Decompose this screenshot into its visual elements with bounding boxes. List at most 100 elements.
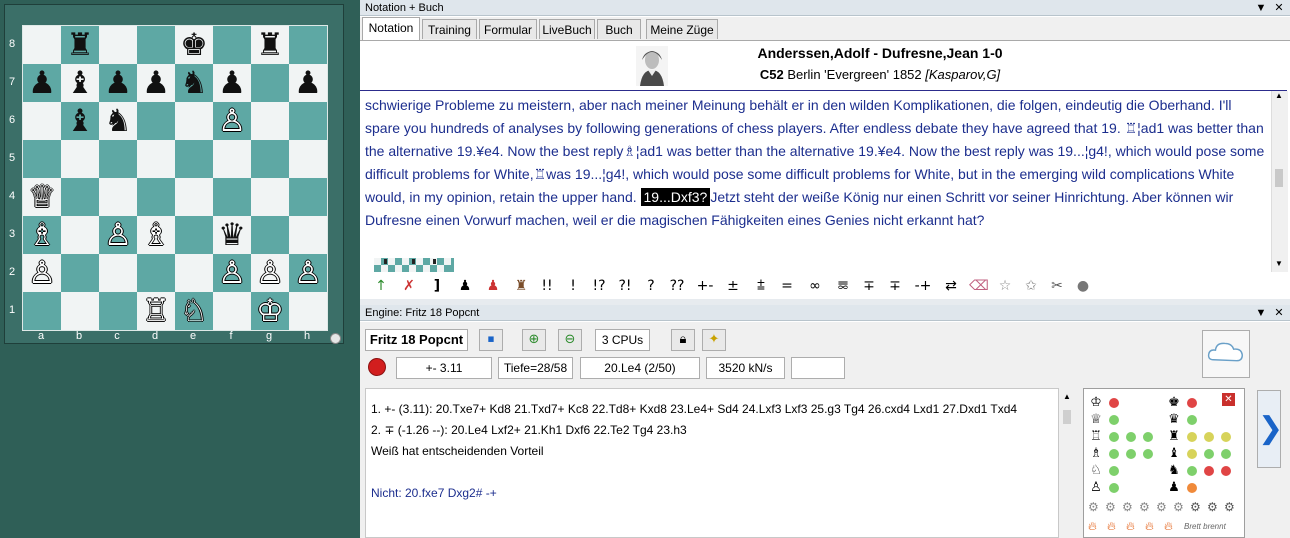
black-rook-icon[interactable]: ♜ xyxy=(256,26,284,64)
annot-counterplay[interactable]: ⇄ xyxy=(938,274,964,298)
square-a7[interactable]: ♟ xyxy=(23,64,61,102)
black-king-icon[interactable]: ♚ xyxy=(180,26,208,64)
square-g3[interactable] xyxy=(251,216,289,254)
tab-buch[interactable]: Buch xyxy=(597,19,641,39)
annot-exclam[interactable]: ! xyxy=(560,274,586,298)
white-king-icon[interactable]: ♔ xyxy=(256,292,284,330)
square-f8[interactable] xyxy=(213,26,251,64)
square-a6[interactable] xyxy=(23,102,61,140)
square-e6[interactable] xyxy=(175,102,213,140)
close-icon[interactable]: ✕ xyxy=(1272,0,1286,16)
square-h3[interactable] xyxy=(289,216,327,254)
square-a5[interactable] xyxy=(23,140,61,178)
square-d2[interactable] xyxy=(137,254,175,292)
square-e8[interactable]: ♚ xyxy=(175,26,213,64)
delete-move-icon[interactable]: ✗ xyxy=(396,274,422,298)
scroll-thumb[interactable] xyxy=(1275,169,1283,187)
annot-black-slightly[interactable]: ∓ xyxy=(856,274,882,298)
star-icon[interactable]: ☆ xyxy=(992,274,1018,298)
stop-engine-icon[interactable]: ⏹ xyxy=(479,329,503,351)
square-c1[interactable] xyxy=(99,292,137,330)
cloud-button[interactable] xyxy=(1202,330,1250,378)
square-d1[interactable]: ♖ xyxy=(137,292,175,330)
engine-scroll-up-icon[interactable]: ▲ xyxy=(1063,392,1071,401)
lightbulb-icon[interactable]: ✦ xyxy=(702,329,726,351)
tab-training[interactable]: Training xyxy=(422,19,477,39)
square-a2[interactable]: ♙ xyxy=(23,254,61,292)
black-pawn-icon[interactable]: ♟ xyxy=(104,64,132,102)
eraser-icon[interactable]: ⌫ xyxy=(966,274,992,298)
chess-board[interactable]: ♜ ♚ ♜ ♟ ♝ ♟ ♟ ♞ ♟ ♟ ♝ ♞ ♙ ♕ ♗ ♙ ♗ ♛ ♙ ♙ ♙ ♙ ♖ ♘ ♔ xyxy=(22,25,328,331)
square-c5[interactable] xyxy=(99,140,137,178)
microphone-icon[interactable]: ● xyxy=(1070,274,1096,298)
square-b5[interactable] xyxy=(61,140,99,178)
square-h8[interactable] xyxy=(289,26,327,64)
square-d8[interactable] xyxy=(137,26,175,64)
black-pawn-icon[interactable]: ♟ xyxy=(452,274,478,298)
annot-equal[interactable]: = xyxy=(774,274,800,298)
square-b4[interactable] xyxy=(61,178,99,216)
dropdown-icon[interactable]: ▼ xyxy=(1254,0,1268,16)
white-pawn-icon[interactable]: ♙ xyxy=(104,216,132,254)
annot-white-better[interactable]: ± xyxy=(720,274,746,298)
square-g5[interactable] xyxy=(251,140,289,178)
zoom-in-icon[interactable]: ⊕ xyxy=(522,329,546,351)
square-e2[interactable] xyxy=(175,254,213,292)
square-f2[interactable]: ♙ xyxy=(213,254,251,292)
square-h5[interactable] xyxy=(289,140,327,178)
engine-close-icon[interactable]: ✕ xyxy=(1272,305,1286,321)
square-c3[interactable]: ♙ xyxy=(99,216,137,254)
square-f3[interactable]: ♛ xyxy=(213,216,251,254)
square-d5[interactable] xyxy=(137,140,175,178)
square-g7[interactable] xyxy=(251,64,289,102)
annot-white-winning[interactable]: +- xyxy=(692,274,718,298)
next-arrow-button[interactable]: ❯ xyxy=(1257,390,1283,468)
square-a1[interactable] xyxy=(23,292,61,330)
square-e3[interactable] xyxy=(175,216,213,254)
square-d4[interactable] xyxy=(137,178,175,216)
square-h6[interactable] xyxy=(289,102,327,140)
black-rook-icon[interactable]: ♜ xyxy=(66,26,94,64)
tab-livebuch[interactable]: LiveBuch xyxy=(539,19,595,39)
black-bishop-icon[interactable]: ♝ xyxy=(66,64,94,102)
annot-double-exclam[interactable]: !! xyxy=(534,274,560,298)
tab-meine-zuege[interactable]: Meine Züge xyxy=(646,19,718,39)
record-icon[interactable] xyxy=(368,358,386,376)
black-pawn-icon[interactable]: ♟ xyxy=(28,64,56,102)
square-g2[interactable]: ♙ xyxy=(251,254,289,292)
square-e1[interactable]: ♘ xyxy=(175,292,213,330)
annot-question-exclam[interactable]: ?! xyxy=(612,274,638,298)
zoom-out-icon[interactable]: ⊖ xyxy=(558,329,582,351)
notation-text[interactable]: schwierige Probleme zu meistern, aber na… xyxy=(360,91,1271,255)
black-queen-icon[interactable]: ♛ xyxy=(218,216,246,254)
square-b6[interactable]: ♝ xyxy=(61,102,99,140)
square-h1[interactable] xyxy=(289,292,327,330)
engine-output[interactable]: 1. +- (3.11): 20.Txe7+ Kd8 21.Txd7+ Kc8 … xyxy=(365,388,1059,538)
square-h7[interactable]: ♟ xyxy=(289,64,327,102)
annot-black-winning[interactable]: -+ xyxy=(910,274,936,298)
square-e5[interactable] xyxy=(175,140,213,178)
annot-exclam-question[interactable]: !? xyxy=(586,274,612,298)
notation-scrollbar[interactable]: ▲ ▼ xyxy=(1271,91,1288,272)
white-rook-icon[interactable]: ♖ xyxy=(142,292,170,330)
scroll-up-icon[interactable]: ▲ xyxy=(1275,91,1283,100)
square-c8[interactable] xyxy=(99,26,137,64)
black-knight-icon[interactable]: ♞ xyxy=(104,102,132,140)
tools-icon[interactable]: ✂ xyxy=(1044,274,1070,298)
square-f4[interactable] xyxy=(213,178,251,216)
white-knight-icon[interactable]: ♘ xyxy=(180,292,208,330)
pieces-icon[interactable]: ♜ xyxy=(508,274,534,298)
cpus-button[interactable]: 3 CPUs xyxy=(595,329,650,351)
square-f7[interactable]: ♟ xyxy=(213,64,251,102)
bracket-icon[interactable]: ] xyxy=(424,274,450,298)
square-b7[interactable]: ♝ xyxy=(61,64,99,102)
square-b8[interactable]: ♜ xyxy=(61,26,99,64)
square-d7[interactable]: ♟ xyxy=(137,64,175,102)
current-move[interactable]: 19...Dxf3? xyxy=(640,188,711,206)
square-g8[interactable]: ♜ xyxy=(251,26,289,64)
square-d6[interactable] xyxy=(137,102,175,140)
white-pawn-icon[interactable]: ♙ xyxy=(28,254,56,292)
square-h2[interactable]: ♙ xyxy=(289,254,327,292)
white-pawn-icon[interactable]: ♙ xyxy=(256,254,284,292)
annot-white-slightly[interactable]: ⩲ xyxy=(748,274,774,298)
